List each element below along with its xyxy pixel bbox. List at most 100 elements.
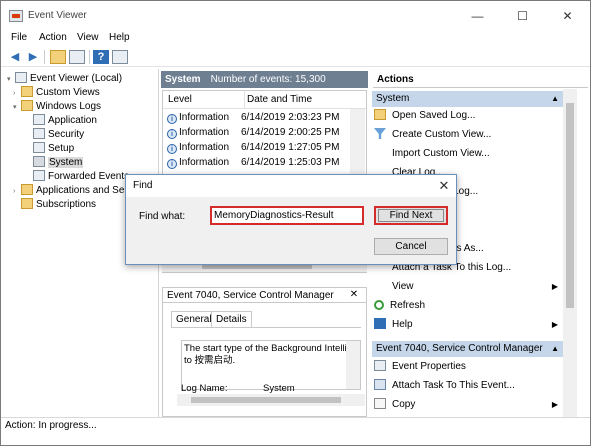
blank-icon xyxy=(374,147,386,158)
chevron-right-icon[interactable]: › xyxy=(13,185,21,199)
action-label: Event Properties xyxy=(392,361,466,372)
action-item[interactable]: Refresh xyxy=(374,298,562,314)
tree-item[interactable]: › Custom Views xyxy=(13,86,100,100)
event-row[interactable]: i Information 6/14/2019 1:27:05 PM xyxy=(163,141,351,155)
toolbar-separator xyxy=(44,50,45,64)
close-button[interactable]: ✕ xyxy=(545,1,590,31)
menu-action[interactable]: Action xyxy=(39,32,67,43)
action-label: Open Saved Log... xyxy=(392,110,476,121)
forward-arrow-icon[interactable]: ▶ xyxy=(25,50,41,64)
cancel-button[interactable]: Cancel xyxy=(374,238,448,255)
tree-item[interactable]: Forwarded Events xyxy=(25,170,129,184)
chevron-down-icon[interactable]: ▾ xyxy=(13,101,21,115)
action-label: Import Custom View... xyxy=(392,148,490,159)
find-what-input[interactable]: MemoryDiagnostics-Result xyxy=(210,206,364,225)
tree-item[interactable]: System xyxy=(25,156,84,170)
section-label: Event 7040, Service Control Manager xyxy=(376,343,543,354)
filter-icon xyxy=(374,128,386,139)
toolbar-separator xyxy=(89,50,90,64)
tree-item[interactable]: ▾ Event Viewer (Local) xyxy=(7,72,122,86)
maximize-button[interactable]: ☐ xyxy=(500,1,545,31)
action-item[interactable]: Open Saved Log... xyxy=(374,108,562,124)
tree-item[interactable]: › Applications and Serv xyxy=(13,184,133,198)
actions-scrollbar[interactable] xyxy=(563,89,577,417)
event-count: Number of events: 15,300 xyxy=(210,74,326,85)
information-icon: i xyxy=(167,144,177,154)
collapse-icon[interactable]: ▲ xyxy=(551,341,559,357)
action-item[interactable]: Attach Task To This Event... xyxy=(374,378,562,394)
find-dialog: Find ✕ Find what: MemoryDiagnostics-Resu… xyxy=(125,174,457,265)
event-date-time: 6/14/2019 2:00:25 PM xyxy=(241,127,340,138)
log-icon xyxy=(33,142,45,153)
collapse-icon[interactable]: ▲ xyxy=(551,91,559,107)
action-item[interactable]: Event Properties xyxy=(374,359,562,375)
tree-item[interactable]: Application xyxy=(25,114,97,128)
log-icon xyxy=(15,72,27,83)
tree-item-label: Forwarded Events xyxy=(48,171,130,182)
menu-help[interactable]: Help xyxy=(109,32,130,43)
action-item[interactable]: Copy ▶ xyxy=(374,397,562,413)
help-icon[interactable]: ? xyxy=(93,50,109,64)
copy-icon xyxy=(374,398,386,409)
up-folder-icon[interactable] xyxy=(50,50,66,64)
tree-item[interactable]: Subscriptions xyxy=(13,198,96,212)
description-line: to 按需启动. xyxy=(184,355,236,366)
event-detail-panel: General Details The start type of the Ba… xyxy=(162,303,367,417)
title-bar: Event Viewer — ☐ ✕ xyxy=(1,1,590,31)
event-viewer-window: Event Viewer — ☐ ✕ File Action View Help… xyxy=(0,0,591,446)
properties-icon[interactable] xyxy=(112,50,128,64)
menu-file[interactable]: File xyxy=(11,32,27,43)
actions-section-system[interactable]: System ▲ xyxy=(372,91,563,107)
event-date-time: 6/14/2019 2:03:23 PM xyxy=(241,112,340,123)
blank-icon xyxy=(374,280,386,291)
tab-general[interactable]: General xyxy=(171,311,217,328)
action-item[interactable]: Create Custom View... xyxy=(374,127,562,143)
log-name-label: Log Name: xyxy=(181,383,228,394)
information-icon: i xyxy=(167,159,177,169)
column-level[interactable]: Level xyxy=(168,91,192,109)
find-dialog-body: Find what: MemoryDiagnostics-Result Find… xyxy=(126,197,456,264)
description-scrollbar[interactable] xyxy=(346,341,360,389)
tree-item[interactable]: ▾ Windows Logs xyxy=(13,100,101,114)
help-icon xyxy=(374,318,386,329)
action-label: Attach Task To This Event... xyxy=(392,380,515,391)
find-what-label: Find what: xyxy=(139,211,186,222)
tree-item-label: Setup xyxy=(48,143,75,154)
log-icon xyxy=(33,170,45,181)
event-row[interactable]: i Information 6/14/2019 1:25:03 PM xyxy=(163,156,351,170)
find-next-label: Find Next xyxy=(389,210,433,221)
find-next-button[interactable]: Find Next xyxy=(374,206,448,225)
tree-item-label: Custom Views xyxy=(36,87,100,98)
tree-item-label: Security xyxy=(48,129,85,140)
show-hide-tree-icon[interactable] xyxy=(69,50,85,64)
event-row[interactable]: i Information 6/14/2019 2:03:23 PM xyxy=(163,111,351,125)
detail-close-icon[interactable]: ✕ xyxy=(347,288,361,302)
submenu-arrow-icon: ▶ xyxy=(551,320,558,329)
action-label: Create Custom View... xyxy=(392,129,492,140)
menu-view[interactable]: View xyxy=(77,32,99,43)
event-level: Information xyxy=(179,127,230,138)
action-item[interactable]: Import Custom View... xyxy=(374,146,562,162)
tree-item[interactable]: Setup xyxy=(25,142,74,156)
task-icon xyxy=(374,379,386,390)
log-name-value: System xyxy=(263,383,295,394)
chevron-down-icon[interactable]: ▾ xyxy=(7,73,15,87)
action-label: Help xyxy=(392,319,413,330)
event-level: Information xyxy=(179,157,230,168)
tree-item[interactable]: Security xyxy=(25,128,84,142)
action-item[interactable]: Help ▶ xyxy=(374,317,562,333)
detail-hscrollbar[interactable] xyxy=(177,394,365,406)
event-row[interactable]: i Information 6/14/2019 2:00:25 PM xyxy=(163,126,351,140)
submenu-arrow-icon: ▶ xyxy=(551,282,558,291)
log-icon xyxy=(33,128,45,139)
tab-details[interactable]: Details xyxy=(211,311,252,328)
event-level: Information xyxy=(179,142,230,153)
action-item[interactable]: View ▶ xyxy=(374,279,562,295)
column-date-time[interactable]: Date and Time xyxy=(244,91,312,109)
minimize-button[interactable]: — xyxy=(455,1,500,31)
actions-section-event[interactable]: Event 7040, Service Control Manager ▲ xyxy=(372,341,563,357)
find-close-icon[interactable]: ✕ xyxy=(434,176,454,196)
back-arrow-icon[interactable]: ◀ xyxy=(7,50,23,64)
event-viewer-app-icon xyxy=(9,10,23,22)
chevron-right-icon[interactable]: › xyxy=(13,87,21,101)
